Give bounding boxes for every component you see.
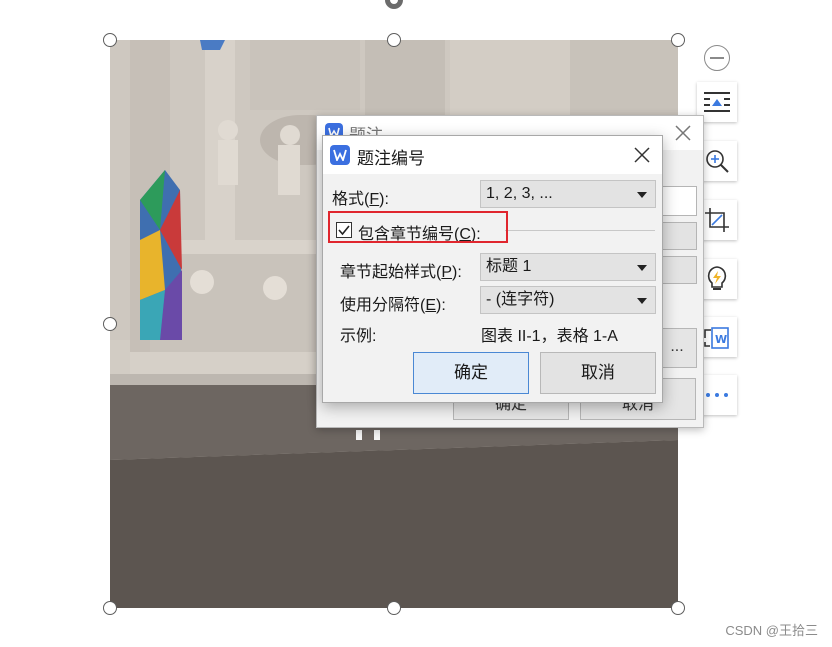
ok-button-label: 确定 bbox=[454, 363, 488, 382]
numbering-dialog-titlebar: 题注编号 bbox=[323, 136, 662, 174]
format-label-prefix: 格式( bbox=[332, 191, 370, 208]
cancel-button-label: 取消 bbox=[581, 363, 615, 382]
cancel-button[interactable]: 取消 bbox=[540, 352, 656, 394]
resize-handle-bottom[interactable] bbox=[387, 601, 401, 615]
separator-label-prefix: 使用分隔符( bbox=[340, 297, 426, 314]
chevron-down-icon bbox=[637, 265, 647, 271]
label-select[interactable] bbox=[657, 222, 697, 250]
numbering-button-label: ... bbox=[670, 338, 684, 355]
collapse-icon bbox=[710, 57, 724, 59]
chevron-down-icon bbox=[637, 298, 647, 304]
highlight-annotation bbox=[328, 211, 508, 243]
format-label-suffix: ): bbox=[379, 191, 389, 208]
more-icon bbox=[706, 393, 728, 397]
svg-text:W: W bbox=[715, 333, 727, 346]
format-label: 格式(F): bbox=[332, 185, 389, 209]
separator-select[interactable]: - (连字符) bbox=[480, 286, 656, 314]
chevron-down-icon bbox=[637, 192, 647, 198]
dialog-title: 题注编号 bbox=[357, 149, 425, 168]
smart-tool-icon bbox=[707, 266, 727, 290]
position-select[interactable] bbox=[657, 256, 697, 284]
format-label-key: F bbox=[369, 191, 380, 208]
caption-text-input[interactable] bbox=[657, 186, 697, 216]
ok-button[interactable]: 确定 bbox=[413, 352, 529, 394]
close-icon[interactable] bbox=[673, 123, 693, 143]
close-icon[interactable] bbox=[632, 145, 652, 165]
separator-label: 使用分隔符(E): bbox=[340, 291, 446, 315]
chapter-style-select[interactable]: 标题 1 bbox=[480, 253, 656, 281]
resize-handle-top[interactable] bbox=[387, 33, 401, 47]
chapter-style-label-prefix: 章节起始样式( bbox=[340, 264, 442, 281]
numbering-button[interactable]: ... bbox=[657, 328, 697, 368]
chapter-style-select-value: 标题 1 bbox=[486, 258, 532, 275]
chapter-style-label-key: P bbox=[441, 264, 453, 281]
crop-icon bbox=[705, 208, 729, 232]
group-separator bbox=[505, 230, 655, 231]
resize-handle-top-right[interactable] bbox=[671, 33, 685, 47]
format-select[interactable]: 1, 2, 3, ... bbox=[480, 180, 656, 208]
caption-numbering-dialog: 题注编号 格式(F): 1, 2, 3, ... 包含章节编号(C): 章节起始… bbox=[322, 135, 663, 403]
separator-label-key: E bbox=[425, 297, 437, 314]
convert-to-word-icon: W bbox=[704, 327, 729, 349]
separator-select-value: - (连字符) bbox=[486, 291, 555, 308]
example-label: 示例: bbox=[340, 328, 377, 345]
zoom-in-icon bbox=[706, 150, 729, 173]
resize-handle-left[interactable] bbox=[103, 317, 117, 331]
text-wrap-icon bbox=[704, 92, 730, 112]
resize-handle-bottom-left[interactable] bbox=[103, 601, 117, 615]
separator-label-suffix: ): bbox=[436, 297, 446, 314]
collapse-toolbar-button[interactable] bbox=[704, 45, 730, 71]
rotate-handle-icon[interactable] bbox=[381, 0, 407, 16]
format-select-value: 1, 2, 3, ... bbox=[486, 185, 553, 202]
resize-handle-top-left[interactable] bbox=[103, 33, 117, 47]
watermark: CSDN @王拾三 bbox=[725, 623, 818, 638]
chapter-style-label: 章节起始样式(P): bbox=[340, 258, 462, 282]
example-value: 图表 II-1，表格 1-A bbox=[481, 328, 618, 345]
app-logo-icon bbox=[330, 145, 350, 165]
resize-handle-bottom-right[interactable] bbox=[671, 601, 685, 615]
chapter-style-label-suffix: ): bbox=[452, 264, 462, 281]
